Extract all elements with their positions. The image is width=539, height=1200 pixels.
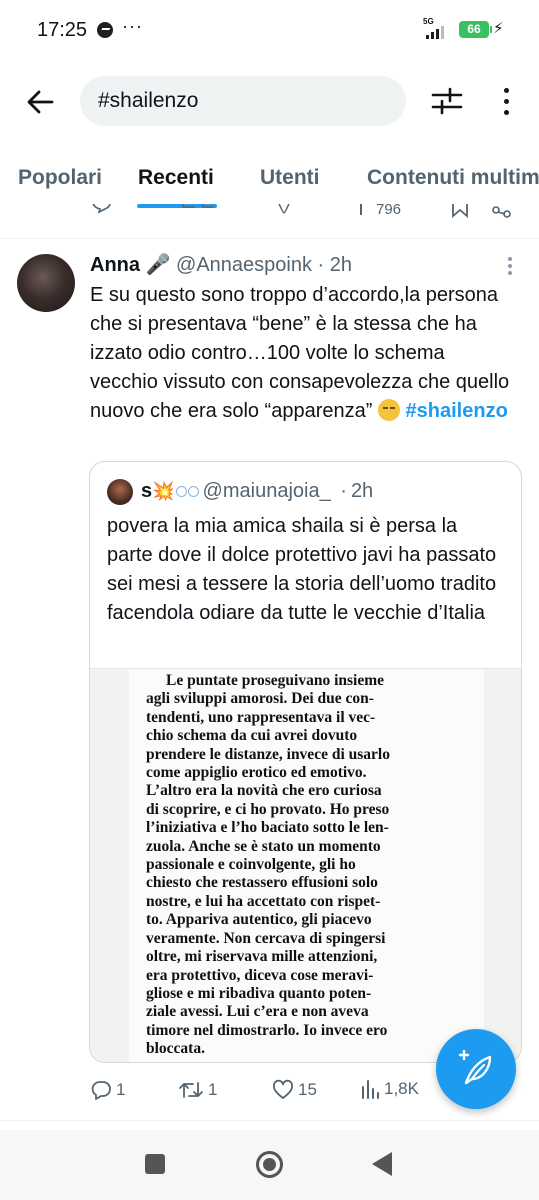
quoted-author-name: s💥 [141,480,199,502]
quoted-author-avatar [107,479,133,505]
book-line: tendenti, uno rappresentava il vec- [146,708,376,726]
book-line: gliose e mi ribadiva quanto poten- [146,984,372,1002]
status-bar: 17:25 ··· 5G 66 ⚡ [0,0,539,60]
views-button[interactable]: 1,8K [360,1079,419,1099]
charging-icon: ⚡ [493,20,504,37]
feed-divider [0,238,539,239]
quoted-tweet-time: 2h [350,480,374,502]
book-page-text: Le puntate proseguivano insieme agli svil… [146,672,482,1059]
book-line: Le puntate proseguivano insieme [166,672,385,689]
compose-tweet-button[interactable] [436,1029,516,1109]
previous-tweet-actions: 796 [0,204,539,226]
book-line: veramente. Non cercava di spingersi [146,929,386,947]
arrow-left-icon [27,90,54,114]
book-line: chio schema da cui avrei dovuto [146,727,358,745]
tab-popolari[interactable]: Popolari [18,166,102,190]
recent-apps-button[interactable] [145,1154,165,1174]
tab-utenti[interactable]: Utenti [260,166,320,190]
status-time: 17:25 [37,19,88,41]
pensive-face-emoji [377,399,400,421]
book-line: ziale avessi. Lui c’era e non aveva [146,1003,369,1021]
book-line: nostre, e lui ha accettato con rispet- [146,892,381,910]
feather-plus-icon [458,1049,492,1085]
microphone-emoji: 🎤 [145,254,171,276]
book-line: agli sviluppi amorosi. Dei due con- [146,690,374,708]
book-line: passionale e coinvolgente, gli ho [146,856,356,874]
reply-count: 1 [116,1080,126,1099]
book-page-photo: Le puntate proseguivano insieme agli svil… [129,669,484,1062]
share-icon[interactable] [490,204,512,222]
back-button[interactable] [24,86,56,118]
book-line: chiesto che restassero effusioni solo [146,874,378,892]
book-line: bloccata. [146,1040,205,1058]
system-back-button[interactable] [372,1152,392,1176]
search-tabs: Popolari Recenti Utenti Contenuti multim… [0,150,539,210]
book-line: zuola. Anche se è stato un momento [146,837,381,855]
book-line: di scoprire, e ci ho provato. Ho preso [146,800,390,818]
tweet-more-button[interactable] [506,257,514,277]
heart-icon [273,1079,293,1099]
previous-views[interactable]: 796 [360,204,401,218]
bookmark-icon[interactable] [451,204,469,222]
retweet-icon [179,1082,203,1098]
retweet-icon[interactable] [181,204,215,219]
bubbles-emoji [175,486,187,497]
quoted-tweet-header: s💥 @maiunajoia_ · 2h [141,480,373,503]
reply-icon[interactable] [90,204,112,220]
quoted-tweet-image[interactable]: Le puntate proseguivano insieme agli svil… [90,668,521,1062]
quoted-author-handle: @maiunajoia_ [202,480,331,502]
tweet-time: 2h [329,254,353,276]
author-name[interactable]: Anna [90,254,140,276]
reply-button[interactable]: 1 [90,1079,125,1101]
battery-icon: 66 [459,21,492,38]
tweet-text: E su questo sono troppo d’accordo,la per… [90,281,510,426]
book-line: oltre, mi riservava mille attenzioni, [146,948,378,966]
signal-icon: 5G [422,17,452,39]
like-count: 15 [298,1080,317,1099]
sliders-icon [431,87,463,115]
book-line: L’altro era la novità che ero curiosa [146,782,382,800]
search-filter-button[interactable] [431,86,463,116]
book-line: come appiglio erotico ed emotivo. [146,764,367,782]
book-line: timore nel dimostrarlo. Io invece ero [146,1021,388,1039]
bubbles-emoji [187,486,199,497]
like-button[interactable]: 15 [272,1079,317,1101]
author-handle[interactable]: @Annaespoink [176,254,312,276]
book-line: to. Appariva autentico, gli piacevo [146,911,372,929]
speech-bubble-icon [91,1081,111,1100]
separator-dot: · [340,480,347,502]
retweet-count: 1 [208,1080,218,1099]
more-options-button[interactable] [496,86,516,116]
home-button[interactable] [256,1151,283,1178]
heart-icon[interactable] [273,204,307,219]
tweet-header: Anna 🎤 @Annaespoink · 2h [90,252,352,277]
search-input[interactable]: #shailenzo [80,76,406,126]
book-line: era protettivo, diceva cose meravi- [146,966,374,984]
feed-divider [0,1120,539,1121]
quoted-tweet-text: povera la mia amica shaila si è persa la… [107,515,497,624]
tab-recenti[interactable]: Recenti [138,166,214,190]
quoted-tweet-card[interactable]: s💥 @maiunajoia_ · 2h povera la mia amica s… [89,461,522,1063]
retweet-button[interactable]: 1 [178,1079,217,1101]
book-line: l’iniziativa e l’ho baciato sotto le len… [146,819,389,837]
author-avatar[interactable] [17,254,75,312]
bar-chart-icon [362,1080,379,1099]
book-line: prendere le distanze, invece di usarlo [146,745,390,763]
system-navigation-bar [0,1130,539,1200]
network-type: 5G [423,17,434,26]
messenger-icon [97,22,113,38]
hashtag-link[interactable]: #shailenzo [406,400,508,422]
tab-contenuti-multimediali[interactable]: Contenuti multimediali [367,166,539,190]
search-query[interactable]: #shailenzo [98,89,198,113]
separator-dot: · [317,254,325,276]
view-count: 1,8K [384,1079,419,1098]
status-more-dots: ··· [122,16,143,36]
